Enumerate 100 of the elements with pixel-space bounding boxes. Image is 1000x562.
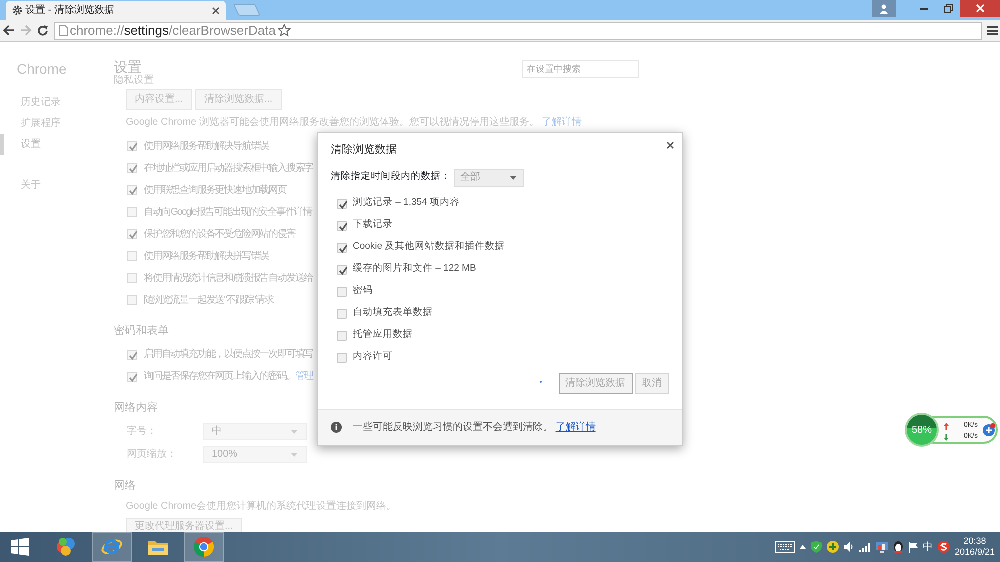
caret-icon xyxy=(510,176,516,180)
option-label: 随浏览流量一起发送"不跟踪"请求 xyxy=(144,294,274,308)
settings-button[interactable]: 清除浏览数据... xyxy=(195,89,282,110)
checkbox[interactable] xyxy=(127,207,137,217)
tab-title: 设置 - 清除浏览数据 xyxy=(26,4,116,18)
browser-tab[interactable]: 设置 - 清除浏览数据 xyxy=(6,1,226,20)
checkbox[interactable] xyxy=(127,163,137,173)
learn-more-link[interactable]: 了解详情 xyxy=(556,422,596,433)
checkbox[interactable] xyxy=(337,220,347,230)
checkbox[interactable] xyxy=(337,330,347,340)
star-icon[interactable] xyxy=(278,24,292,37)
info-icon xyxy=(331,422,342,433)
range-dropdown[interactable]: 全部 xyxy=(454,168,524,186)
reload-icon[interactable] xyxy=(36,24,48,36)
clear-button[interactable]: 清除浏览数据 xyxy=(558,373,632,394)
download-icon xyxy=(944,434,949,441)
checkbox[interactable] xyxy=(337,264,347,274)
proxy-button[interactable]: 更改代理服务器设置... xyxy=(126,518,242,532)
address-bar[interactable]: chrome://settings/clearBrowserData xyxy=(54,22,982,40)
signal-icon[interactable] xyxy=(858,542,871,552)
field-label: 字号： xyxy=(127,424,158,439)
back-icon[interactable] xyxy=(2,25,14,36)
note-text: Google Chrome 浏览器可能会使用网络服务改善您的浏览体验。您可以视情况停用这些服务。 xyxy=(126,117,540,128)
checkbox[interactable] xyxy=(337,286,347,296)
option-label: 询问是否保存您在网页上输入的密码。 xyxy=(144,370,296,384)
option-label: 启用自动填充功能，以便点按一次即可填写 xyxy=(144,348,314,362)
checkbox[interactable] xyxy=(127,251,137,261)
checkbox[interactable] xyxy=(337,308,347,318)
person-icon xyxy=(879,4,889,14)
option-label: 自动填充表单数据 xyxy=(353,306,433,320)
plus-icon[interactable] xyxy=(826,541,839,553)
caret-icon[interactable] xyxy=(800,545,806,549)
cancel-button[interactable]: 取消 xyxy=(635,373,669,394)
sidebar-title: Chrome xyxy=(17,60,68,79)
input-method-indicator[interactable]: 中 xyxy=(922,540,933,554)
range-label: 清除指定时间段内的数据： xyxy=(331,170,451,184)
shield-icon[interactable] xyxy=(810,541,822,553)
caret-icon xyxy=(291,430,298,434)
checkbox[interactable] xyxy=(127,273,137,283)
checkbox[interactable] xyxy=(127,372,137,382)
section-heading: 网络内容 xyxy=(114,400,158,416)
dialog-title: 清除浏览数据 xyxy=(331,142,397,158)
section-heading: 隐私设置 xyxy=(114,75,154,86)
checkbox[interactable] xyxy=(127,350,137,360)
taskbar-button[interactable] xyxy=(184,532,224,562)
menu-icon[interactable] xyxy=(986,26,998,36)
option-label: 在地址栏或应用启动器搜索框中输入搜索字 xyxy=(144,162,314,176)
monitor-icon[interactable] xyxy=(876,542,888,552)
checkbox[interactable] xyxy=(127,295,137,305)
checkbox[interactable] xyxy=(127,141,137,151)
sidebar-item[interactable]: 历史记录 xyxy=(0,92,114,113)
checkbox[interactable] xyxy=(337,242,347,252)
taskbar-button[interactable] xyxy=(92,532,132,562)
option-label: 将使用情况统计信息和崩溃报告自动发送给 xyxy=(144,272,314,286)
gear-icon xyxy=(12,5,23,16)
clock-time: 20:38 xyxy=(962,536,988,547)
option-label: 保护您和您的设备不受危险网站的侵害 xyxy=(144,228,296,242)
section-heading: 网络 xyxy=(114,479,136,494)
option-label: 下载记录 xyxy=(353,218,393,232)
windows-icon[interactable] xyxy=(11,538,29,556)
close-icon[interactable] xyxy=(212,6,220,14)
section-heading: 密码和表单 xyxy=(114,324,169,339)
upload-icon xyxy=(944,422,949,430)
plus-icon[interactable] xyxy=(982,423,996,437)
learn-more-link[interactable]: 了解详情 xyxy=(542,117,582,128)
option-label: 内容许可 xyxy=(353,350,393,364)
option-label: 密码 xyxy=(353,284,373,298)
page-title: 设置 xyxy=(114,59,142,75)
keyboard-icon[interactable] xyxy=(774,541,795,553)
close-icon xyxy=(976,4,984,13)
app-icon xyxy=(55,536,77,558)
chrome-icon xyxy=(193,536,215,558)
sogou-icon[interactable] xyxy=(938,541,950,553)
checkbox[interactable] xyxy=(337,352,347,362)
dropdown[interactable]: 100% xyxy=(203,446,307,463)
search-field[interactable]: 在设置中搜索 xyxy=(522,60,639,78)
sidebar-item[interactable]: 扩展程序 xyxy=(0,113,114,134)
sidebar-item[interactable]: 关于 xyxy=(0,175,114,196)
minimize-icon xyxy=(920,8,928,10)
close-button[interactable] xyxy=(960,0,1000,17)
manage-link[interactable]: 管理 xyxy=(295,369,314,384)
clock-date: 2016/9/21 xyxy=(954,547,995,558)
checkbox[interactable] xyxy=(127,229,137,239)
dropdown[interactable]: 中 xyxy=(203,423,307,440)
option-label: 自动向Google报告可能出现的安全事件详情 xyxy=(144,206,312,220)
profile-button[interactable] xyxy=(872,0,896,17)
option-label: 使用网络服务帮助解决拼写错误 xyxy=(144,250,269,264)
option-label: 缓存的图片和文件 – 122 MB xyxy=(353,262,476,276)
checkbox[interactable] xyxy=(127,185,137,195)
sidebar-item[interactable]: 设置 xyxy=(0,134,114,155)
speaker-icon[interactable] xyxy=(844,542,854,552)
footer-text: 一些可能反映浏览习惯的设置不会遭到清除。 xyxy=(353,422,554,433)
restore-icon xyxy=(944,4,952,13)
settings-button[interactable]: 内容设置... xyxy=(126,89,192,110)
option-label: 使用联想查询服务更快速地加载网页 xyxy=(144,184,286,198)
checkbox[interactable] xyxy=(337,198,347,208)
option-label: 使用网络服务帮助解决导航错误 xyxy=(144,140,269,154)
flag-icon[interactable] xyxy=(908,542,918,552)
field-label: 网页缩放： xyxy=(127,448,178,462)
close-icon[interactable] xyxy=(667,142,674,149)
